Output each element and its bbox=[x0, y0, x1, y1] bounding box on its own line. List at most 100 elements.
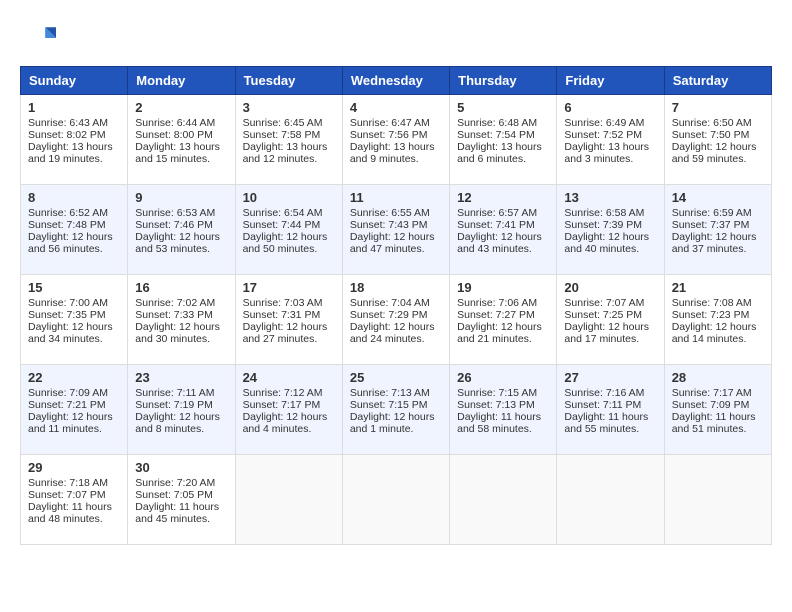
day-number: 11 bbox=[350, 190, 442, 205]
day-number: 24 bbox=[243, 370, 335, 385]
daylight-text: Daylight: 12 hours and 50 minutes. bbox=[243, 231, 328, 255]
day-number: 28 bbox=[672, 370, 764, 385]
day-cell-16: 16Sunrise: 7:02 AMSunset: 7:33 PMDayligh… bbox=[128, 275, 235, 365]
sunset-text: Sunset: 7:39 PM bbox=[564, 219, 642, 231]
daylight-text: Daylight: 12 hours and 30 minutes. bbox=[135, 321, 220, 345]
day-cell-12: 12Sunrise: 6:57 AMSunset: 7:41 PMDayligh… bbox=[450, 185, 557, 275]
day-cell-21: 21Sunrise: 7:08 AMSunset: 7:23 PMDayligh… bbox=[664, 275, 771, 365]
sunset-text: Sunset: 7:44 PM bbox=[243, 219, 321, 231]
day-cell-3: 3 Sunrise: 6:45 AMSunset: 7:58 PMDaylight… bbox=[235, 95, 342, 185]
day-cell-1: 1Sunrise: 6:43 AMSunset: 8:02 PMDaylight… bbox=[21, 95, 128, 185]
daylight-text: Daylight: 12 hours and 8 minutes. bbox=[135, 411, 220, 435]
daylight-text: Daylight: 11 hours and 58 minutes. bbox=[457, 411, 541, 435]
day-number: 9 bbox=[135, 190, 227, 205]
daylight-text: Daylight: 12 hours and 34 minutes. bbox=[28, 321, 113, 345]
sunrise-text: Sunrise: 7:03 AM bbox=[243, 297, 323, 309]
sunset-text: Sunset: 7:13 PM bbox=[457, 399, 535, 411]
sunset-text: Sunset: 7:46 PM bbox=[135, 219, 213, 231]
daylight-text: Daylight: 13 hours and 19 minutes. bbox=[28, 141, 113, 165]
day-number: 15 bbox=[28, 280, 120, 295]
day-cell-27: 27Sunrise: 7:16 AMSunset: 7:11 PMDayligh… bbox=[557, 365, 664, 455]
sunset-text: Sunset: 7:27 PM bbox=[457, 309, 535, 321]
calendar-table: SundayMondayTuesdayWednesdayThursdayFrid… bbox=[20, 66, 772, 545]
daylight-text: Daylight: 13 hours and 15 minutes. bbox=[135, 141, 220, 165]
daylight-text: Daylight: 11 hours and 55 minutes. bbox=[564, 411, 648, 435]
day-number: 3 bbox=[243, 100, 335, 115]
daylight-text: Daylight: 12 hours and 21 minutes. bbox=[457, 321, 542, 345]
logo-icon bbox=[20, 20, 56, 56]
daylight-text: Daylight: 13 hours and 12 minutes. bbox=[243, 141, 328, 165]
sunrise-text: Sunrise: 7:09 AM bbox=[28, 387, 108, 399]
sunrise-text: Sunrise: 7:20 AM bbox=[135, 477, 215, 489]
sunrise-text: Sunrise: 6:57 AM bbox=[457, 207, 537, 219]
sunrise-text: Sunrise: 6:43 AM bbox=[28, 117, 108, 129]
day-number: 4 bbox=[350, 100, 442, 115]
sunrise-text: Sunrise: 6:53 AM bbox=[135, 207, 215, 219]
sunrise-text: Sunrise: 6:50 AM bbox=[672, 117, 752, 129]
sunset-text: Sunset: 7:17 PM bbox=[243, 399, 321, 411]
sunrise-text: Sunrise: 6:45 AM bbox=[243, 117, 323, 129]
sunrise-text: Sunrise: 7:00 AM bbox=[28, 297, 108, 309]
day-header-tuesday: Tuesday bbox=[235, 67, 342, 95]
daylight-text: Daylight: 12 hours and 53 minutes. bbox=[135, 231, 220, 255]
sunrise-text: Sunrise: 7:11 AM bbox=[135, 387, 214, 399]
daylight-text: Daylight: 12 hours and 43 minutes. bbox=[457, 231, 542, 255]
sunset-text: Sunset: 7:05 PM bbox=[135, 489, 213, 501]
sunrise-text: Sunrise: 6:49 AM bbox=[564, 117, 644, 129]
sunrise-text: Sunrise: 7:18 AM bbox=[28, 477, 108, 489]
sunrise-text: Sunrise: 7:17 AM bbox=[672, 387, 752, 399]
day-number: 12 bbox=[457, 190, 549, 205]
daylight-text: Daylight: 12 hours and 4 minutes. bbox=[243, 411, 328, 435]
day-number: 22 bbox=[28, 370, 120, 385]
week-row-2: 8Sunrise: 6:52 AMSunset: 7:48 PMDaylight… bbox=[21, 185, 772, 275]
day-cell-22: 22Sunrise: 7:09 AMSunset: 7:21 PMDayligh… bbox=[21, 365, 128, 455]
day-number: 29 bbox=[28, 460, 120, 475]
day-number: 13 bbox=[564, 190, 656, 205]
week-row-1: 1Sunrise: 6:43 AMSunset: 8:02 PMDaylight… bbox=[21, 95, 772, 185]
day-number: 14 bbox=[672, 190, 764, 205]
day-cell-9: 9 Sunrise: 6:53 AMSunset: 7:46 PMDaylight… bbox=[128, 185, 235, 275]
day-number: 25 bbox=[350, 370, 442, 385]
sunset-text: Sunset: 7:52 PM bbox=[564, 129, 642, 141]
sunset-text: Sunset: 7:21 PM bbox=[28, 399, 106, 411]
day-cell-11: 11Sunrise: 6:55 AMSunset: 7:43 PMDayligh… bbox=[342, 185, 449, 275]
day-header-sunday: Sunday bbox=[21, 67, 128, 95]
daylight-text: Daylight: 11 hours and 45 minutes. bbox=[135, 501, 219, 525]
day-cell-29: 29Sunrise: 7:18 AMSunset: 7:07 PMDayligh… bbox=[21, 455, 128, 545]
daylight-text: Daylight: 13 hours and 9 minutes. bbox=[350, 141, 435, 165]
day-header-monday: Monday bbox=[128, 67, 235, 95]
sunset-text: Sunset: 7:33 PM bbox=[135, 309, 213, 321]
empty-cell bbox=[342, 455, 449, 545]
day-number: 2 bbox=[135, 100, 227, 115]
empty-cell bbox=[235, 455, 342, 545]
sunset-text: Sunset: 7:58 PM bbox=[243, 129, 321, 141]
day-cell-28: 28Sunrise: 7:17 AMSunset: 7:09 PMDayligh… bbox=[664, 365, 771, 455]
day-cell-7: 7Sunrise: 6:50 AMSunset: 7:50 PMDaylight… bbox=[664, 95, 771, 185]
day-cell-23: 23Sunrise: 7:11 AMSunset: 7:19 PMDayligh… bbox=[128, 365, 235, 455]
day-number: 30 bbox=[135, 460, 227, 475]
sunset-text: Sunset: 7:37 PM bbox=[672, 219, 750, 231]
day-cell-18: 18Sunrise: 7:04 AMSunset: 7:29 PMDayligh… bbox=[342, 275, 449, 365]
sunset-text: Sunset: 8:02 PM bbox=[28, 129, 106, 141]
day-cell-20: 20Sunrise: 7:07 AMSunset: 7:25 PMDayligh… bbox=[557, 275, 664, 365]
sunrise-text: Sunrise: 7:13 AM bbox=[350, 387, 430, 399]
week-row-5: 29Sunrise: 7:18 AMSunset: 7:07 PMDayligh… bbox=[21, 455, 772, 545]
day-cell-8: 8Sunrise: 6:52 AMSunset: 7:48 PMDaylight… bbox=[21, 185, 128, 275]
sunset-text: Sunset: 7:43 PM bbox=[350, 219, 428, 231]
day-cell-10: 10Sunrise: 6:54 AMSunset: 7:44 PMDayligh… bbox=[235, 185, 342, 275]
day-number: 21 bbox=[672, 280, 764, 295]
sunrise-text: Sunrise: 6:54 AM bbox=[243, 207, 323, 219]
sunset-text: Sunset: 7:11 PM bbox=[564, 399, 641, 411]
week-row-3: 15Sunrise: 7:00 AMSunset: 7:35 PMDayligh… bbox=[21, 275, 772, 365]
day-header-wednesday: Wednesday bbox=[342, 67, 449, 95]
logo bbox=[20, 20, 60, 56]
daylight-text: Daylight: 12 hours and 24 minutes. bbox=[350, 321, 435, 345]
day-header-saturday: Saturday bbox=[664, 67, 771, 95]
empty-cell bbox=[664, 455, 771, 545]
day-number: 17 bbox=[243, 280, 335, 295]
day-number: 27 bbox=[564, 370, 656, 385]
daylight-text: Daylight: 12 hours and 14 minutes. bbox=[672, 321, 757, 345]
sunrise-text: Sunrise: 6:47 AM bbox=[350, 117, 430, 129]
daylight-text: Daylight: 12 hours and 40 minutes. bbox=[564, 231, 649, 255]
day-cell-5: 5Sunrise: 6:48 AMSunset: 7:54 PMDaylight… bbox=[450, 95, 557, 185]
